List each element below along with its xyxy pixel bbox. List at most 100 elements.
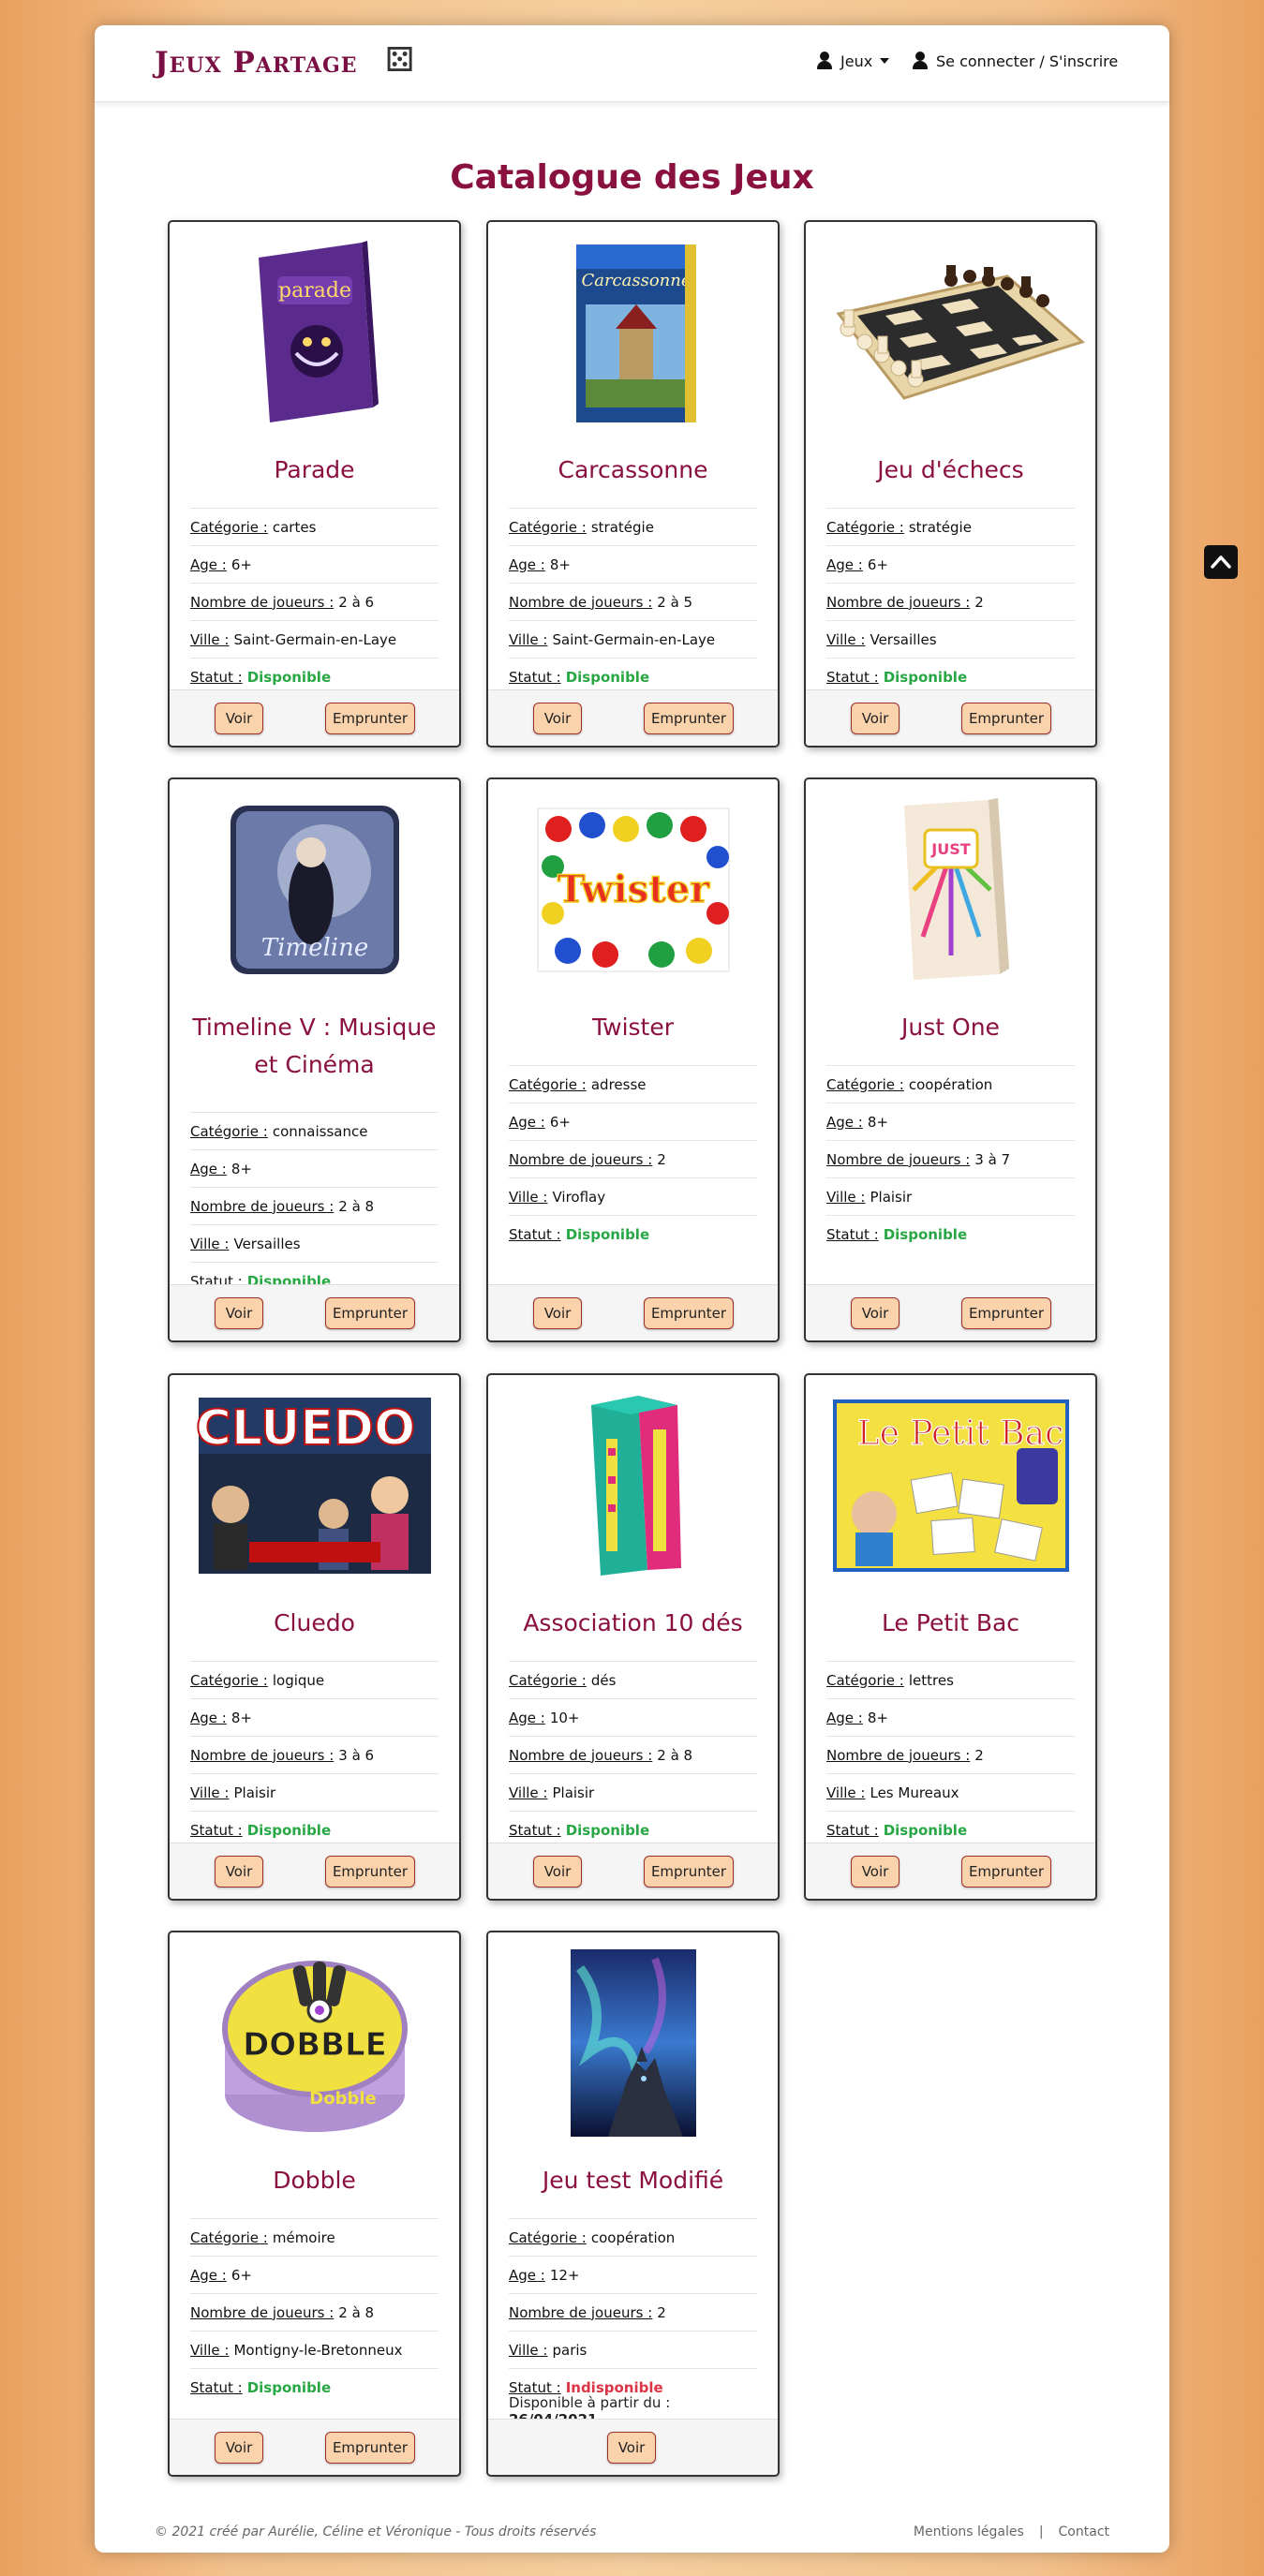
emprunter-button[interactable]: Emprunter (644, 703, 734, 734)
voir-button[interactable]: Voir (851, 703, 900, 734)
game-title: Timeline V : Musique et Cinéma (192, 1014, 437, 1078)
emprunter-button[interactable]: Emprunter (961, 1856, 1051, 1888)
emprunter-button[interactable]: Emprunter (644, 1856, 734, 1888)
footer-mentions-link[interactable]: Mentions légales (914, 2524, 1024, 2539)
detail-categorie-label: Catégorie : (826, 518, 904, 536)
voir-button[interactable]: Voir (215, 2432, 263, 2464)
voir-button[interactable]: Voir (215, 703, 263, 734)
detail-categorie: Catégorie : coopération (509, 2218, 757, 2256)
nav-login-link[interactable]: Se connecter / S'inscrire (912, 52, 1118, 70)
voir-button[interactable]: Voir (533, 703, 582, 734)
game-card: parade Parade Catégorie : cartes Age :6+ Nomb… (168, 220, 461, 748)
voir-button[interactable]: Voir (851, 1297, 900, 1329)
card-footer: Voir Emprunter (806, 1284, 1095, 1340)
voir-button[interactable]: Voir (851, 1856, 900, 1888)
detail-joueurs-value: 2 (974, 1746, 984, 1764)
footer-links: Mentions légales | Contact (914, 2524, 1109, 2539)
detail-statut-label: Statut : (190, 2378, 243, 2396)
game-title: Twister (591, 1014, 674, 1041)
detail-ville-label: Ville : (190, 630, 230, 648)
game-details: Catégorie : coopération Age :12+ Nombre de … (509, 2218, 757, 2428)
detail-age-value: 8+ (867, 1113, 888, 1131)
game-title: Just One (901, 1014, 1000, 1041)
detail-categorie-value: coopération (590, 2228, 676, 2246)
detail-joueurs-label: Nombre de joueurs : (826, 1746, 971, 1764)
detail-categorie-label: Catégorie : (190, 2228, 268, 2246)
detail-categorie: Catégorie : adresse (509, 1065, 757, 1103)
detail-categorie: Catégorie : mémoire (190, 2218, 439, 2256)
footer-contact-link[interactable]: Contact (1059, 2524, 1109, 2539)
footer-separator: | (1038, 2524, 1044, 2539)
detail-categorie: Catégorie : stratégie (509, 508, 757, 545)
detail-categorie-label: Catégorie : (509, 518, 587, 536)
game-details: Catégorie : dés Age :10+ Nombre de joueurs … (509, 1661, 757, 1848)
emprunter-button[interactable]: Emprunter (961, 703, 1051, 734)
game-image-cluedo-box: CLUEDO (170, 1384, 459, 1586)
voir-button[interactable]: Voir (215, 1297, 263, 1329)
voir-button[interactable]: Voir (215, 1856, 263, 1888)
detail-joueurs: Nombre de joueurs :2 (826, 1736, 1075, 1773)
emprunter-button[interactable]: Emprunter (325, 2432, 415, 2464)
detail-ville-label: Ville : (190, 1784, 230, 1801)
brand-logo[interactable]: Jeux Partage (155, 46, 358, 80)
game-image-parade-box: parade (170, 231, 459, 433)
voir-button[interactable]: Voir (533, 1297, 582, 1329)
detail-statut-label: Statut : (509, 1821, 561, 1839)
emprunter-button[interactable]: Emprunter (325, 1297, 415, 1329)
nav-login-label: Se connecter / S'inscrire (936, 52, 1119, 70)
game-details: Catégorie : stratégie Age :8+ Nombre de jou… (509, 508, 757, 695)
game-image-carcassonne-box: Carcassonne (488, 231, 778, 433)
game-details: Catégorie : cartes Age :6+ Nombre de joueur… (190, 508, 439, 695)
detail-categorie-value: connaissance (272, 1122, 368, 1140)
game-title: Le Petit Bac (881, 1609, 1020, 1636)
detail-statut-label: Statut : (509, 2378, 561, 2396)
detail-joueurs: Nombre de joueurs :2 à 8 (509, 1736, 757, 1773)
game-card: CLUEDO Cluedo Catégorie : logique Age :8+ Nom… (168, 1373, 461, 1901)
detail-joueurs: Nombre de joueurs :2 à 8 (190, 2293, 439, 2331)
card-footer: Voir Emprunter (488, 689, 778, 746)
detail-age: Age :8+ (826, 1698, 1075, 1736)
detail-joueurs-value: 2 à 8 (338, 2303, 375, 2321)
card-footer: Voir Emprunter (170, 1843, 459, 1899)
detail-age: Age :8+ (190, 1149, 439, 1187)
nav-jeux-dropdown[interactable]: Jeux (816, 52, 890, 70)
detail-ville-value: Viroflay (552, 1188, 606, 1206)
emprunter-button[interactable]: Emprunter (325, 1856, 415, 1888)
game-image-chess-board (806, 231, 1095, 433)
detail-categorie-label: Catégorie : (509, 1671, 587, 1689)
detail-joueurs: Nombre de joueurs :2 (509, 2293, 757, 2331)
detail-age-value: 8+ (867, 1709, 888, 1726)
detail-ville-value: Saint-Germain-en-Laye (552, 630, 716, 648)
detail-joueurs-value: 2 (657, 2303, 666, 2321)
emprunter-button[interactable]: Emprunter (325, 703, 415, 734)
status-badge: Disponible (883, 1225, 968, 1243)
game-card: Le Petit Bac Le Petit Bac Catégorie : lettr… (804, 1373, 1097, 1901)
game-details: Catégorie : connaissance Age :8+ Nombre de … (190, 1112, 439, 1299)
scroll-to-top-button[interactable] (1204, 545, 1238, 579)
detail-statut-label: Statut : (509, 668, 561, 686)
detail-categorie: Catégorie : stratégie (826, 508, 1075, 545)
detail-ville-value: Plaisir (233, 1784, 276, 1801)
game-card: JUST Just One Catégorie : coopération Age :8… (804, 777, 1097, 1342)
detail-joueurs: Nombre de joueurs :2 à 6 (190, 583, 439, 620)
game-image-twister-box: Twister (488, 789, 778, 990)
emprunter-button[interactable]: Emprunter (644, 1297, 734, 1329)
game-card: Timeline Timeline V : Musique et Cinéma Ca… (168, 777, 461, 1342)
card-footer: Voir Emprunter (170, 2419, 459, 2475)
detail-age-value: 8+ (230, 1709, 252, 1726)
detail-age-value: 8+ (230, 1160, 252, 1177)
detail-categorie: Catégorie : logique (190, 1661, 439, 1698)
detail-joueurs-value: 2 (657, 1150, 666, 1168)
detail-categorie-value: coopération (908, 1075, 993, 1093)
detail-age: Age :8+ (826, 1103, 1075, 1140)
voir-button[interactable]: Voir (607, 2432, 656, 2464)
detail-age-value: 8+ (549, 555, 571, 573)
detail-categorie-value: logique (272, 1671, 325, 1689)
detail-age-label: Age : (190, 555, 227, 573)
detail-ville-label: Ville : (190, 1235, 230, 1252)
navbar: Jeux Partage ⚄ Jeux Se connecter / S'ins… (95, 25, 1169, 102)
user-icon (912, 52, 929, 70)
emprunter-button[interactable]: Emprunter (961, 1297, 1051, 1329)
detail-statut: Statut : Disponible (826, 1215, 1075, 1252)
voir-button[interactable]: Voir (533, 1856, 582, 1888)
